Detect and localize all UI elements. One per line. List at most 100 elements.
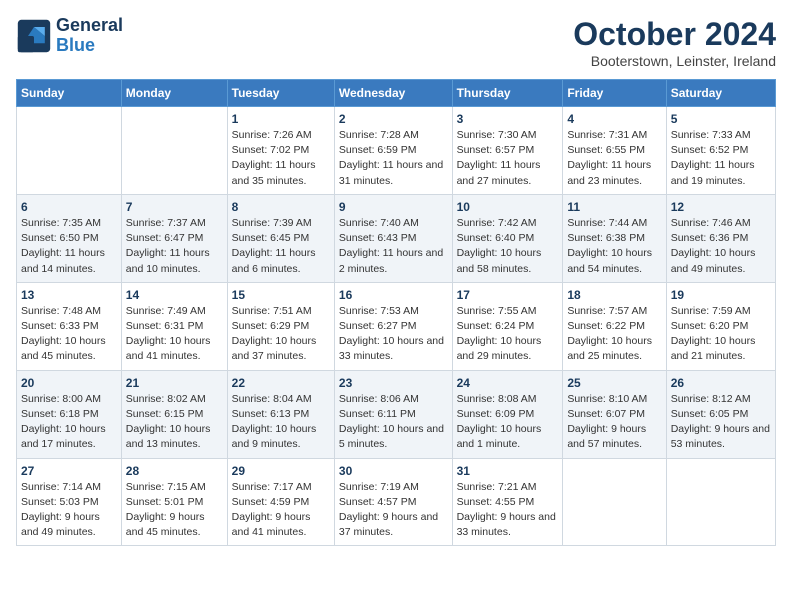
day-cell: 30Sunrise: 7:19 AMSunset: 4:57 PMDayligh… [334, 458, 452, 546]
day-cell: 13 Sunrise: 7:48 AMSunset: 6:33 PMDayligh… [17, 282, 122, 370]
day-cell: 22Sunrise: 8:04 AMSunset: 6:13 PMDayligh… [227, 370, 334, 458]
day-number: 21 [126, 376, 223, 390]
main-title: October 2024 [573, 16, 776, 53]
day-info: Sunrise: 7:37 AMSunset: 6:47 PMDaylight:… [126, 216, 223, 277]
subtitle: Booterstown, Leinster, Ireland [573, 53, 776, 69]
day-info: Sunrise: 7:26 AMSunset: 7:02 PMDaylight:… [232, 128, 330, 189]
header-day-friday: Friday [563, 80, 666, 107]
header-day-thursday: Thursday [452, 80, 563, 107]
day-cell: 26 Sunrise: 8:12 AMSunset: 6:05 PMDayligh… [666, 370, 775, 458]
day-number: 16 [339, 288, 448, 302]
header-day-monday: Monday [121, 80, 227, 107]
day-cell: 27Sunrise: 7:14 AMSunset: 5:03 PMDayligh… [17, 458, 122, 546]
day-info: Sunrise: 7:42 AMSunset: 6:40 PMDaylight:… [457, 216, 559, 277]
day-cell [17, 107, 122, 195]
day-number: 11 [567, 200, 661, 214]
week-row-3: 13 Sunrise: 7:48 AMSunset: 6:33 PMDayligh… [17, 282, 776, 370]
day-number: 24 [457, 376, 559, 390]
day-number: 6 [21, 200, 117, 214]
header-day-wednesday: Wednesday [334, 80, 452, 107]
header-day-sunday: Sunday [17, 80, 122, 107]
day-info: Sunrise: 8:02 AMSunset: 6:15 PMDaylight:… [126, 392, 223, 453]
day-number: 12 [671, 200, 771, 214]
logo-text: General Blue [56, 16, 123, 56]
day-number: 8 [232, 200, 330, 214]
day-cell [121, 107, 227, 195]
week-row-4: 20 Sunrise: 8:00 AMSunset: 6:18 PMDayligh… [17, 370, 776, 458]
day-cell: 20 Sunrise: 8:00 AMSunset: 6:18 PMDayligh… [17, 370, 122, 458]
day-info: Sunrise: 8:00 AMSunset: 6:18 PMDaylight:… [21, 392, 117, 453]
day-cell: 10 Sunrise: 7:42 AMSunset: 6:40 PMDayligh… [452, 194, 563, 282]
day-cell: 29 Sunrise: 7:17 AMSunset: 4:59 PMDayligh… [227, 458, 334, 546]
day-cell: 31Sunrise: 7:21 AMSunset: 4:55 PMDayligh… [452, 458, 563, 546]
week-row-2: 6 Sunrise: 7:35 AMSunset: 6:50 PMDaylight… [17, 194, 776, 282]
day-info: Sunrise: 7:55 AMSunset: 6:24 PMDaylight:… [457, 304, 559, 365]
day-info: Sunrise: 7:33 AMSunset: 6:52 PMDaylight:… [671, 128, 771, 189]
day-number: 29 [232, 464, 330, 478]
day-cell: 6 Sunrise: 7:35 AMSunset: 6:50 PMDaylight… [17, 194, 122, 282]
day-info: Sunrise: 7:30 AMSunset: 6:57 PMDaylight:… [457, 128, 559, 189]
day-info: Sunrise: 8:12 AMSunset: 6:05 PMDaylight:… [671, 392, 771, 453]
day-cell: 24Sunrise: 8:08 AMSunset: 6:09 PMDayligh… [452, 370, 563, 458]
day-cell: 12 Sunrise: 7:46 AMSunset: 6:36 PMDayligh… [666, 194, 775, 282]
header-row: SundayMondayTuesdayWednesdayThursdayFrid… [17, 80, 776, 107]
day-number: 28 [126, 464, 223, 478]
day-info: Sunrise: 7:44 AMSunset: 6:38 PMDaylight:… [567, 216, 661, 277]
day-number: 31 [457, 464, 559, 478]
day-cell: 14Sunrise: 7:49 AMSunset: 6:31 PMDayligh… [121, 282, 227, 370]
day-number: 14 [126, 288, 223, 302]
day-cell: 9 Sunrise: 7:40 AMSunset: 6:43 PMDaylight… [334, 194, 452, 282]
day-info: Sunrise: 8:10 AMSunset: 6:07 PMDaylight:… [567, 392, 661, 453]
logo-icon [16, 18, 52, 54]
day-cell: 21 Sunrise: 8:02 AMSunset: 6:15 PMDayligh… [121, 370, 227, 458]
day-cell: 17Sunrise: 7:55 AMSunset: 6:24 PMDayligh… [452, 282, 563, 370]
day-cell: 18Sunrise: 7:57 AMSunset: 6:22 PMDayligh… [563, 282, 666, 370]
day-number: 26 [671, 376, 771, 390]
day-info: Sunrise: 8:06 AMSunset: 6:11 PMDaylight:… [339, 392, 448, 453]
day-number: 7 [126, 200, 223, 214]
calendar-table: SundayMondayTuesdayWednesdayThursdayFrid… [16, 79, 776, 546]
day-info: Sunrise: 7:15 AMSunset: 5:01 PMDaylight:… [126, 480, 223, 541]
day-cell: 5 Sunrise: 7:33 AMSunset: 6:52 PMDaylight… [666, 107, 775, 195]
day-cell: 3Sunrise: 7:30 AMSunset: 6:57 PMDaylight… [452, 107, 563, 195]
title-area: October 2024 Booterstown, Leinster, Irel… [573, 16, 776, 69]
logo: General Blue [16, 16, 123, 56]
day-number: 20 [21, 376, 117, 390]
day-number: 27 [21, 464, 117, 478]
day-info: Sunrise: 7:51 AMSunset: 6:29 PMDaylight:… [232, 304, 330, 365]
day-number: 10 [457, 200, 559, 214]
week-row-1: 1 Sunrise: 7:26 AMSunset: 7:02 PMDaylight… [17, 107, 776, 195]
day-info: Sunrise: 7:17 AMSunset: 4:59 PMDaylight:… [232, 480, 330, 541]
day-cell: 7 Sunrise: 7:37 AMSunset: 6:47 PMDaylight… [121, 194, 227, 282]
day-number: 30 [339, 464, 448, 478]
day-cell: 4Sunrise: 7:31 AMSunset: 6:55 PMDaylight… [563, 107, 666, 195]
day-number: 23 [339, 376, 448, 390]
day-info: Sunrise: 7:40 AMSunset: 6:43 PMDaylight:… [339, 216, 448, 277]
day-info: Sunrise: 7:39 AMSunset: 6:45 PMDaylight:… [232, 216, 330, 277]
day-info: Sunrise: 7:48 AMSunset: 6:33 PMDaylight:… [21, 304, 117, 365]
day-info: Sunrise: 7:53 AMSunset: 6:27 PMDaylight:… [339, 304, 448, 365]
day-info: Sunrise: 7:28 AMSunset: 6:59 PMDaylight:… [339, 128, 448, 189]
day-cell: 28 Sunrise: 7:15 AMSunset: 5:01 PMDayligh… [121, 458, 227, 546]
day-number: 19 [671, 288, 771, 302]
day-number: 9 [339, 200, 448, 214]
day-number: 5 [671, 112, 771, 126]
day-cell [666, 458, 775, 546]
day-cell: 11 Sunrise: 7:44 AMSunset: 6:38 PMDayligh… [563, 194, 666, 282]
day-info: Sunrise: 7:59 AMSunset: 6:20 PMDaylight:… [671, 304, 771, 365]
day-number: 2 [339, 112, 448, 126]
day-cell: 23 Sunrise: 8:06 AMSunset: 6:11 PMDayligh… [334, 370, 452, 458]
day-number: 15 [232, 288, 330, 302]
day-info: Sunrise: 7:46 AMSunset: 6:36 PMDaylight:… [671, 216, 771, 277]
day-number: 1 [232, 112, 330, 126]
day-number: 13 [21, 288, 117, 302]
day-cell [563, 458, 666, 546]
day-info: Sunrise: 7:35 AMSunset: 6:50 PMDaylight:… [21, 216, 117, 277]
day-cell: 25Sunrise: 8:10 AMSunset: 6:07 PMDayligh… [563, 370, 666, 458]
day-cell: 15 Sunrise: 7:51 AMSunset: 6:29 PMDayligh… [227, 282, 334, 370]
day-info: Sunrise: 7:31 AMSunset: 6:55 PMDaylight:… [567, 128, 661, 189]
day-cell: 8 Sunrise: 7:39 AMSunset: 6:45 PMDaylight… [227, 194, 334, 282]
day-cell: 2 Sunrise: 7:28 AMSunset: 6:59 PMDaylight… [334, 107, 452, 195]
day-info: Sunrise: 7:57 AMSunset: 6:22 PMDaylight:… [567, 304, 661, 365]
day-number: 22 [232, 376, 330, 390]
